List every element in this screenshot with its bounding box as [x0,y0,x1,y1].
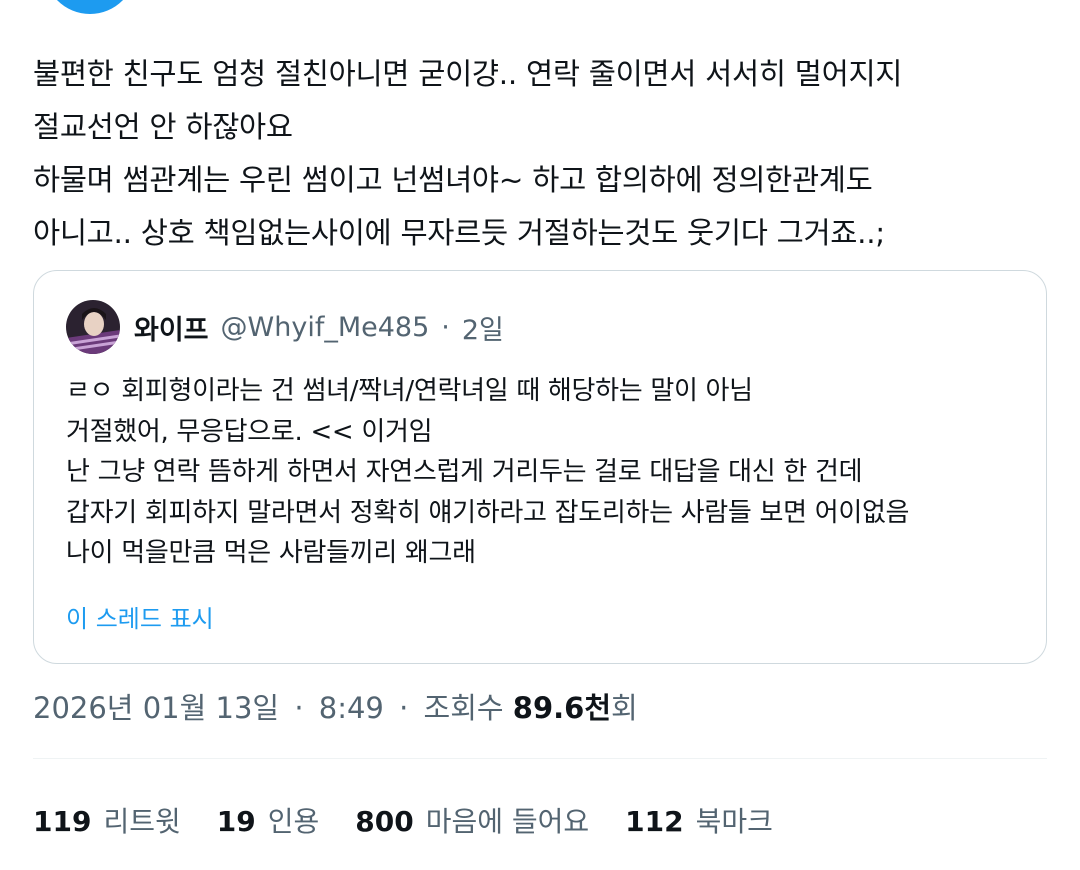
bookmarks-label: 북마크 [695,805,773,838]
tweet-detail-page: 불편한 친구도 엄청 절친아니면 굳이걍.. 연락 줄이면서 서서히 멀어지지 … [0,0,1080,870]
divider [33,758,1047,759]
quotes-label: 인용 [267,805,320,838]
separator-dot: · [399,691,409,725]
engagement-stats: 119 리트윗 19 인용 800 마음에 들어요 112 북마크 [33,800,809,840]
likes-label: 마음에 들어요 [425,805,590,838]
tweet-date[interactable]: 2026년 01월 13일 [33,691,279,725]
tweet-meta: 2026년 01월 13일 · 8:49 · 조회수 89.6천회 [33,685,638,727]
tweet-time[interactable]: 8:49 [319,691,384,725]
retweets-count: 119 [33,805,92,838]
quoted-text-line: 갑자기 회피하지 말라면서 정확히 얘기하라고 잡도리하는 사람들 보면 어이없… [66,497,910,528]
separator-dot: · [441,311,450,343]
bookmarks-stat[interactable]: 112 북마크 [625,800,773,840]
tweet-text-line: 불편한 친구도 엄청 절친아니면 굳이걍.. 연락 줄이면서 서서히 멀어지지 [33,57,903,91]
quoted-tweet-text: ㄹㅇ 회피형이라는 건 썸녀/짝녀/연락녀일 때 해당하는 말이 아님 거절했어… [66,371,909,574]
quoted-text-line: 거절했어, 무응답으로. << 이거임 [66,416,433,447]
tweet-text-line: 하물며 썸관계는 우린 썸이고 넌썸녀야~ 하고 합의하에 정의한관계도 [33,163,873,197]
quoted-author-avatar[interactable] [66,300,120,354]
tweet-text-line: 아니고.. 상호 책임없는사이에 무자르듯 거절하는것도 웃기다 그거죠..; [33,216,885,250]
quoted-text-line: 나이 먹을만큼 먹은 사람들끼리 왜그래 [66,538,476,568]
quoted-tweet-header: 와이프 @Whyif_Me485 · 2일 [66,299,504,355]
avatar-image [66,300,120,354]
separator-dot: · [294,691,304,725]
quoted-tweet-time[interactable]: 2일 [462,308,504,347]
quotes-count: 19 [216,805,256,838]
tweet-text-line: 절교선언 안 하잖아요 [33,110,293,144]
author-avatar[interactable] [44,0,136,14]
quoted-author-handle[interactable]: @Whyif_Me485 [221,312,430,343]
retweets-stat[interactable]: 119 리트윗 [33,800,181,840]
quoted-text-line: 난 그냥 연락 뜸하게 하면서 자연스럽게 거리두는 걸로 대답을 대신 한 건… [66,457,863,487]
tweet-text: 불편한 친구도 엄청 절친아니면 굳이걍.. 연락 줄이면서 서서히 멀어지지 … [33,48,1053,260]
views-count: 89.6천 [512,691,612,725]
likes-stat[interactable]: 800 마음에 들어요 [355,800,589,840]
views-suffix: 회 [611,691,638,725]
quoted-tweet-card[interactable]: 와이프 @Whyif_Me485 · 2일 ㄹㅇ 회피형이라는 건 썸녀/짝녀/… [33,270,1047,664]
show-thread-link[interactable]: 이 스레드 표시 [66,599,214,634]
bookmarks-count: 112 [625,805,684,838]
likes-count: 800 [355,805,414,838]
retweets-label: 리트윗 [103,805,181,838]
quotes-stat[interactable]: 19 인용 [217,800,320,840]
quoted-author-name[interactable]: 와이프 [134,308,209,347]
views-label: 조회수 [423,691,504,725]
quoted-text-line: ㄹㅇ 회피형이라는 건 썸녀/짝녀/연락녀일 때 해당하는 말이 아님 [66,376,753,406]
